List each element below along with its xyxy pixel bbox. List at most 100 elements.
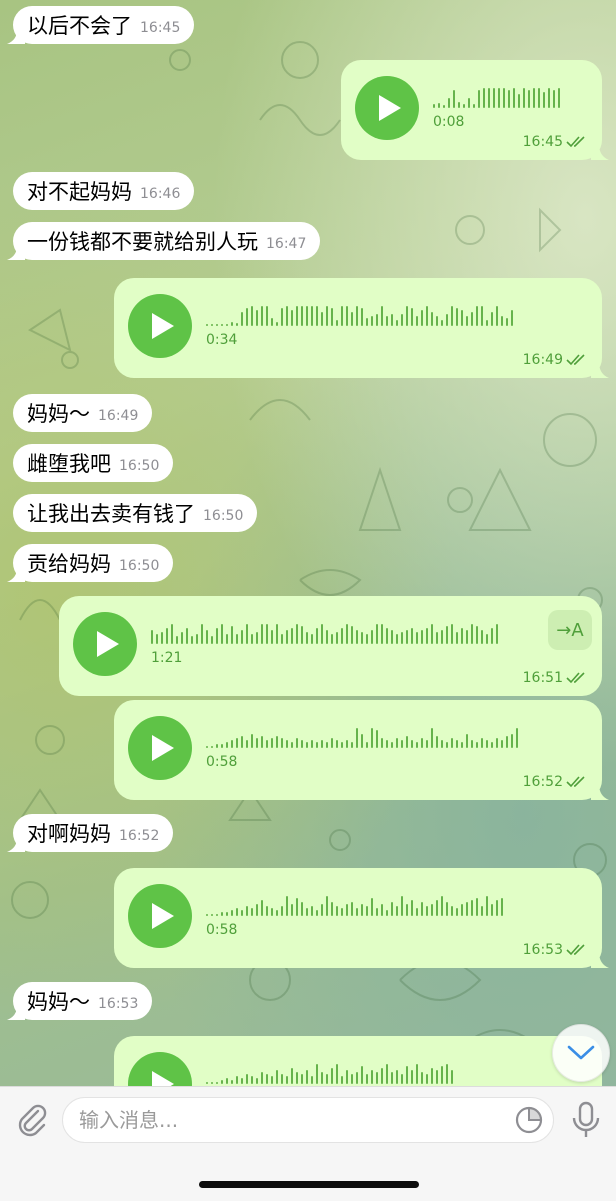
waveform-bar	[468, 98, 470, 108]
waveform-bar	[151, 630, 153, 644]
paperclip-icon[interactable]	[14, 1101, 50, 1137]
waveform-bar	[451, 306, 453, 326]
waveform-bar	[523, 88, 525, 108]
play-button[interactable]	[355, 76, 419, 140]
waveform-bar	[461, 310, 463, 326]
waveform-bar	[456, 308, 458, 326]
waveform-bar	[356, 728, 358, 748]
waveform-bar	[401, 896, 403, 916]
waveform-bar	[406, 306, 408, 326]
chat-background: 以后不会了 16:45 0:08 16:45 对不起妈妈 16:46 一份钱都不…	[0, 0, 616, 1086]
waveform-bar	[436, 1070, 438, 1084]
message-time: 16:53	[522, 942, 563, 958]
message-time: 16:45	[522, 134, 563, 150]
waveform-bar	[246, 906, 248, 916]
play-button[interactable]	[128, 294, 192, 358]
bubble-tail	[7, 838, 25, 852]
incoming-message[interactable]: 贡给妈妈 16:50	[7, 544, 174, 582]
waveform-bar	[286, 1076, 288, 1084]
waveform-bar	[216, 324, 218, 326]
sticker-icon[interactable]	[514, 1105, 544, 1135]
waveform-bar	[481, 906, 483, 916]
waveform-bar	[411, 628, 413, 644]
voice-message	[114, 1036, 602, 1086]
waveform-bar	[351, 1074, 353, 1084]
waveform-bar	[226, 742, 228, 748]
waveform-bar	[533, 88, 535, 108]
voice-duration: 1:21	[151, 650, 183, 666]
scroll-down-button[interactable]	[552, 1024, 610, 1082]
waveform-bar	[401, 740, 403, 748]
waveform[interactable]	[206, 300, 586, 326]
waveform-bar	[476, 626, 478, 644]
waveform-bar	[246, 1074, 248, 1084]
waveform-bar	[486, 896, 488, 916]
play-button[interactable]	[128, 884, 192, 948]
bubble-tail	[591, 952, 609, 968]
waveform-bar	[411, 308, 413, 326]
waveform-bar	[351, 742, 353, 748]
incoming-message[interactable]: 对不起妈妈 16:46	[13, 172, 195, 210]
incoming-message[interactable]: 一份钱都不要就给别人玩 16:47	[7, 222, 321, 260]
waveform-bar	[266, 1074, 268, 1084]
waveform-bar	[211, 324, 213, 326]
waveform-bar	[446, 742, 448, 748]
play-button[interactable]	[128, 1052, 192, 1086]
waveform-bar	[461, 628, 463, 644]
waveform-bar	[406, 1066, 408, 1084]
waveform-bar	[311, 634, 313, 644]
waveform-bar	[396, 1070, 398, 1084]
waveform-bar	[206, 324, 208, 326]
waveform[interactable]	[151, 618, 531, 644]
play-icon	[151, 313, 174, 339]
waveform[interactable]	[206, 890, 586, 916]
waveform-bar	[391, 902, 393, 916]
waveform-bar	[478, 90, 480, 108]
message-meta: 16:45	[523, 134, 588, 150]
transcribe-button[interactable]: →A	[548, 610, 592, 650]
bubble-tail	[591, 144, 609, 160]
waveform-bar	[166, 628, 168, 644]
waveform-bar	[321, 904, 323, 916]
play-button[interactable]	[73, 612, 137, 676]
waveform-bar	[406, 736, 408, 748]
waveform-bar	[441, 320, 443, 326]
waveform-bar	[251, 634, 253, 644]
waveform-bar	[471, 624, 473, 644]
incoming-message[interactable]: 以后不会了 16:45	[7, 6, 195, 44]
waveform[interactable]	[433, 82, 583, 108]
waveform-bar	[391, 630, 393, 644]
double-check-icon	[566, 136, 585, 148]
waveform-bar	[316, 306, 318, 326]
waveform-bar	[371, 1070, 373, 1084]
waveform-bar	[231, 910, 233, 916]
waveform-bar	[421, 310, 423, 326]
bubble-tail	[591, 784, 609, 800]
waveform-bar	[406, 904, 408, 916]
waveform-bar	[451, 624, 453, 644]
incoming-message[interactable]: 雌堕我吧 16:50	[13, 444, 174, 482]
waveform-bar	[331, 738, 333, 748]
microphone-icon[interactable]	[570, 1101, 602, 1139]
incoming-message[interactable]: 妈妈～ 16:49	[13, 394, 153, 432]
message-input[interactable]	[62, 1097, 554, 1143]
waveform-bar	[436, 736, 438, 748]
waveform-bar	[301, 306, 303, 326]
waveform-bar	[436, 632, 438, 644]
waveform-bar	[506, 318, 508, 326]
waveform-bar	[301, 902, 303, 916]
waveform-bar	[401, 1074, 403, 1084]
waveform-bar	[386, 1064, 388, 1084]
waveform[interactable]	[206, 722, 586, 748]
waveform-bar	[281, 738, 283, 748]
waveform-bar	[266, 306, 268, 326]
waveform[interactable]	[206, 1058, 586, 1084]
incoming-message[interactable]: 对啊妈妈 16:52	[7, 814, 174, 852]
waveform-bar	[211, 636, 213, 644]
incoming-message[interactable]: 妈妈～ 16:53	[7, 982, 153, 1020]
waveform-bar	[498, 88, 500, 108]
waveform-bar	[276, 910, 278, 916]
play-button[interactable]	[128, 716, 192, 780]
incoming-message[interactable]: 让我出去卖有钱了 16:50	[13, 494, 258, 532]
waveform-bar	[236, 634, 238, 644]
